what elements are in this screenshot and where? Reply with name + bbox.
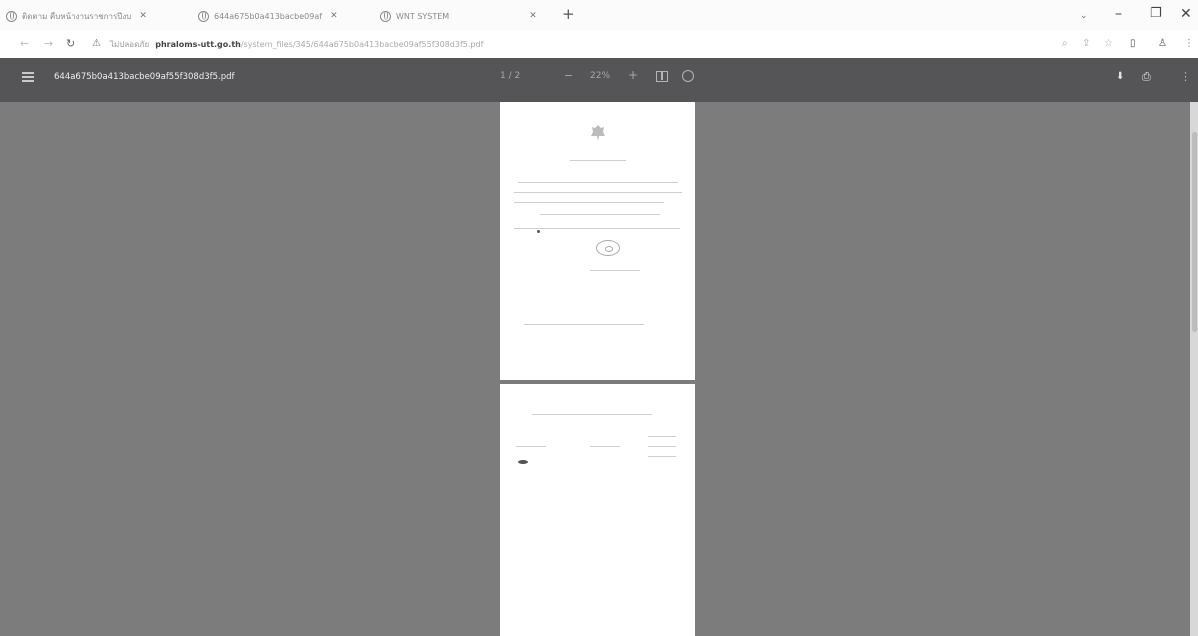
warning-icon[interactable]: ⚠	[92, 38, 101, 49]
menu-icon[interactable]	[22, 72, 34, 82]
text-line	[514, 202, 664, 203]
scrollbar-thumb[interactable]	[1192, 132, 1197, 332]
back-icon[interactable]: ←	[20, 37, 29, 50]
url-path: /system_files/345/644a675b0a413bacbe09af…	[240, 40, 484, 49]
tab-strip: ติดตาม คืบหน้างานราชการปีงบ ✕ 644a675b0a…	[0, 0, 1198, 30]
search-icon[interactable]: ⌕	[1062, 38, 1068, 49]
tab-3-title: WNT SYSTEM	[396, 11, 450, 21]
globe-icon	[198, 10, 209, 22]
fit-page-icon[interactable]	[656, 71, 668, 82]
bookmark-star-icon[interactable]: ☆	[1104, 38, 1113, 49]
tab-2-close-icon[interactable]: ✕	[330, 11, 338, 21]
text-line	[540, 214, 660, 215]
rotate-icon[interactable]	[682, 70, 694, 82]
tab-3-close-icon[interactable]: ✕	[529, 11, 537, 21]
text-line	[590, 446, 620, 447]
text-line	[532, 414, 652, 415]
new-tab-button[interactable]: +	[562, 5, 575, 23]
pdf-viewport[interactable]	[0, 102, 1198, 636]
tab-search-icon[interactable]: ⌄	[1080, 11, 1088, 21]
ink-mark	[518, 460, 528, 464]
url-host: phraloms-utt.go.th	[155, 40, 241, 49]
globe-icon	[6, 10, 17, 22]
restore-button[interactable]: ❐	[1150, 6, 1162, 21]
tab-1-title: ติดตาม คืบหน้างานราชการปีงบ	[22, 11, 132, 21]
reload-icon[interactable]: ↻	[66, 37, 75, 50]
pdf-page-2	[500, 384, 695, 636]
browser-menu-icon[interactable]: ⋮	[1184, 38, 1194, 49]
pdf-toolbar: 644a675b0a413bacbe09af55f308d3f5.pdf 1 /…	[0, 58, 1198, 102]
text-line	[518, 182, 678, 183]
security-label: ไม่ปลอดภัย	[110, 40, 150, 49]
profile-icon[interactable]: ♙	[1158, 38, 1167, 49]
tab-1-close-icon[interactable]: ✕	[139, 11, 147, 21]
forward-icon[interactable]: →	[44, 37, 53, 50]
side-panel-icon[interactable]: ▯	[1130, 38, 1136, 49]
tab-1[interactable]: ติดตาม คืบหน้างานราชการปีงบ ✕	[6, 7, 194, 25]
text-line	[516, 446, 546, 447]
emblem-icon	[591, 125, 605, 141]
globe-icon	[380, 10, 391, 22]
close-window-button[interactable]: ✕	[1180, 6, 1192, 22]
zoom-out-button[interactable]: −	[564, 69, 573, 82]
stamp-icon	[596, 240, 620, 256]
ink-mark	[537, 230, 540, 233]
text-line	[514, 228, 680, 229]
text-line	[648, 436, 676, 437]
text-line	[514, 192, 682, 193]
pdf-file-name: 644a675b0a413bacbe09af55f308d3f5.pdf	[54, 72, 235, 82]
zoom-level[interactable]: 22%	[590, 71, 610, 81]
text-line	[590, 270, 640, 271]
tab-2-title: 644a675b0a413bacbe09af	[214, 11, 323, 21]
text-line	[648, 446, 676, 447]
tab-3[interactable]: WNT SYSTEM ✕	[380, 7, 550, 25]
more-vertical-icon[interactable]: ⋮	[1180, 70, 1191, 83]
page-indicator[interactable]: 1 / 2	[500, 71, 520, 81]
text-line	[524, 324, 644, 325]
minimize-button[interactable]: –	[1115, 6, 1122, 22]
text-line	[648, 456, 676, 457]
text-line	[570, 160, 626, 161]
address-bar: ← → ↻ ⚠ ไม่ปลอดภัย phraloms-utt.go.th/sys…	[0, 30, 1198, 58]
pdf-page-1	[500, 102, 695, 380]
url-field[interactable]: ไม่ปลอดภัย phraloms-utt.go.th/system_file…	[110, 38, 483, 51]
print-icon[interactable]: ⎙	[1142, 70, 1151, 84]
share-icon[interactable]: ⇪	[1082, 38, 1090, 49]
tab-2[interactable]: 644a675b0a413bacbe09af ✕	[198, 7, 370, 25]
download-icon[interactable]: ⬇	[1116, 71, 1124, 82]
zoom-in-button[interactable]: +	[628, 68, 638, 82]
